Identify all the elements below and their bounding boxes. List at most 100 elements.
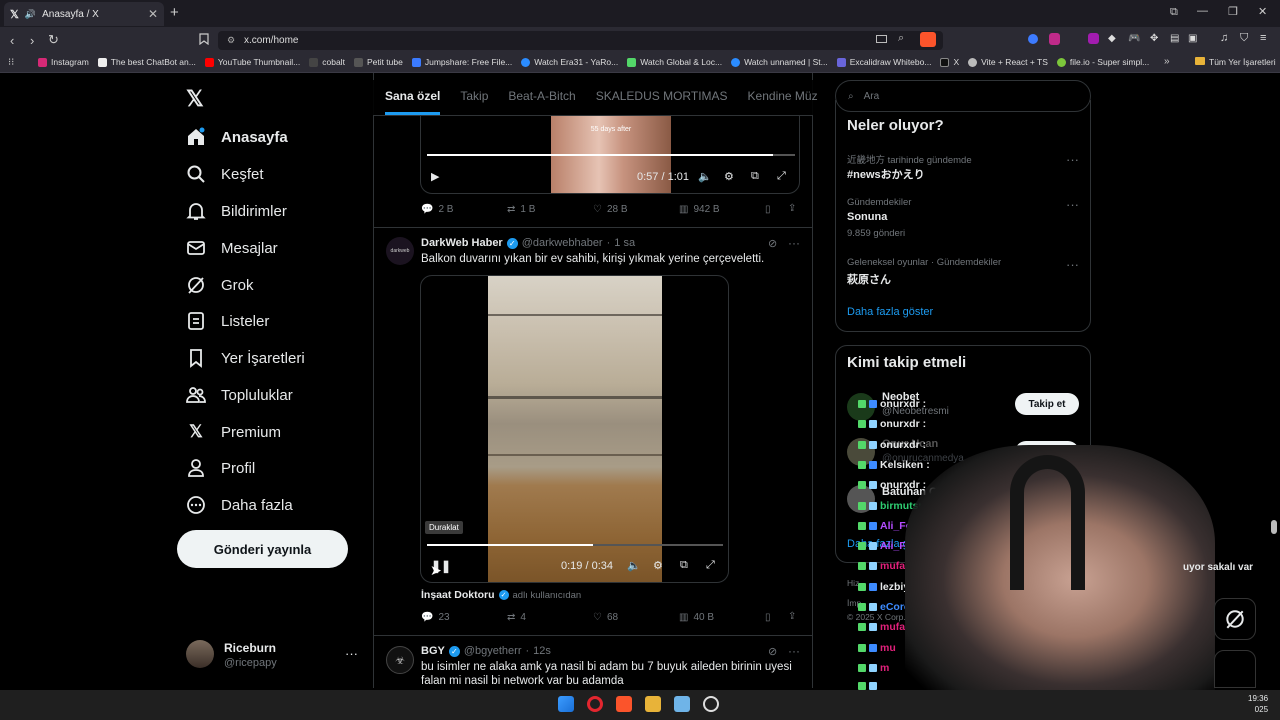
fullscreen-icon[interactable]: ⤢ bbox=[706, 559, 715, 572]
bookmark-button[interactable]: ▯ bbox=[765, 204, 771, 215]
bookmark-item[interactable]: X bbox=[940, 57, 959, 67]
reload-icon[interactable]: ↻ bbox=[48, 32, 59, 48]
views-button[interactable]: ▥ 942 B bbox=[679, 204, 720, 215]
extension-shield-icon[interactable] bbox=[1049, 33, 1060, 45]
sidebar-item-home[interactable]: Anasayfa bbox=[186, 127, 288, 147]
x-home-logo[interactable]: 𝕏 bbox=[186, 86, 204, 112]
extension-translate-icon[interactable] bbox=[1028, 34, 1038, 44]
video-progress[interactable] bbox=[427, 154, 795, 156]
extensions-icon[interactable]: ⧉ bbox=[1170, 6, 1178, 19]
play-icon[interactable]: ▶ bbox=[431, 170, 439, 183]
sidebar-item-more[interactable]: Daha fazla bbox=[186, 495, 293, 515]
sidebar-item-explore[interactable]: Keşfet bbox=[186, 164, 264, 184]
new-tab-button[interactable]: + bbox=[170, 4, 179, 21]
sidebar-item-grok[interactable]: Grok bbox=[186, 275, 254, 295]
author-name[interactable]: BGY bbox=[421, 645, 445, 657]
bookmark-item[interactable]: Instagram bbox=[38, 57, 89, 67]
brave-shield-icon[interactable] bbox=[920, 32, 936, 47]
pip-icon[interactable]: ⧉ bbox=[680, 559, 688, 572]
bookmark-button[interactable]: ▯ bbox=[765, 612, 771, 623]
views-button[interactable]: ▥ 40 B bbox=[679, 612, 714, 623]
minimize-icon[interactable]: — bbox=[1197, 5, 1208, 17]
bookmark-item[interactable]: YouTube Thumbnail... bbox=[204, 57, 300, 67]
bookmark-item[interactable]: Watch unnamed | St... bbox=[731, 57, 828, 67]
trend-name[interactable]: #newsおかえり bbox=[847, 166, 925, 182]
vpn-icon[interactable]: ⛉ bbox=[1240, 32, 1248, 45]
screenshot-icon[interactable] bbox=[876, 34, 887, 44]
share-icon[interactable]: ⇪ bbox=[788, 611, 796, 622]
tab-list[interactable]: SKALEDUS MORTIMAS bbox=[596, 80, 728, 115]
post-time[interactable]: 12s bbox=[533, 645, 551, 657]
reply-button[interactable]: 💬 23 bbox=[421, 612, 450, 623]
author-name[interactable]: DarkWeb Haber bbox=[421, 237, 503, 249]
bookmark-item[interactable]: Excalidraw Whitebo... bbox=[836, 57, 931, 67]
reply-button[interactable]: 💬 2 B bbox=[421, 204, 453, 215]
video-player[interactable]: Duraklat ❚❚ 0:19 / 0:34 🔈 ⚙ ⧉ ⤢ bbox=[420, 275, 729, 583]
close-tab-icon[interactable]: ✕ bbox=[148, 7, 158, 21]
bookmark-item[interactable]: Vite + React + TS bbox=[968, 57, 1048, 67]
forward-icon[interactable]: › bbox=[30, 33, 34, 48]
site-info-icon[interactable]: ⚙ bbox=[227, 35, 235, 46]
grok-post-icon[interactable]: ⊘ bbox=[768, 645, 777, 658]
repost-button[interactable]: ⇄ 4 bbox=[507, 612, 526, 623]
tab-list[interactable]: Kendine Müz bbox=[748, 80, 818, 115]
trend-menu-icon[interactable]: ··· bbox=[1066, 152, 1079, 167]
maximize-icon[interactable]: ❐ bbox=[1228, 5, 1238, 18]
bookmark-item[interactable]: Petit tube bbox=[353, 57, 403, 67]
messages-floating-button[interactable] bbox=[1214, 650, 1256, 688]
like-button[interactable]: ♡ 68 bbox=[593, 612, 618, 623]
volume-icon[interactable]: 🔈 bbox=[698, 170, 712, 183]
grok-post-icon[interactable]: ⊘ bbox=[768, 237, 777, 250]
bookmark-item[interactable]: file.io - Super simpl... bbox=[1056, 57, 1149, 67]
obs-icon[interactable] bbox=[703, 696, 719, 712]
share-icon[interactable]: ⇪ bbox=[788, 203, 796, 214]
file-explorer-icon[interactable] bbox=[645, 696, 661, 712]
extension-diamond-icon[interactable]: ◆ bbox=[1108, 33, 1116, 44]
bookmark-item[interactable]: cobalt bbox=[309, 57, 345, 67]
browser-tab[interactable]: 𝕏 🔊 Anasayfa / X ✕ bbox=[4, 2, 164, 26]
url-field[interactable]: ⚙ x.com/home bbox=[218, 31, 943, 50]
trend-menu-icon[interactable]: ··· bbox=[1066, 257, 1079, 272]
repost-button[interactable]: ⇄ 1 B bbox=[507, 204, 535, 215]
fullscreen-icon[interactable]: ⤢ bbox=[777, 170, 786, 183]
trend-name[interactable]: Sonuna bbox=[847, 211, 887, 223]
trend-name[interactable]: 萩原さん bbox=[847, 271, 891, 287]
avatar[interactable]: ☣ bbox=[386, 646, 414, 674]
tab-following[interactable]: Takip bbox=[460, 80, 488, 115]
grok-floating-button[interactable] bbox=[1214, 598, 1256, 640]
wallet-icon[interactable]: ▣ bbox=[1188, 33, 1197, 44]
author-handle[interactable]: @bgyetherr bbox=[464, 645, 522, 657]
clock[interactable]: 19:36 025 bbox=[1248, 693, 1268, 715]
sidebar-item-premium[interactable]: 𝕏 Premium bbox=[186, 422, 281, 442]
sidebar-item-profile[interactable]: Profil bbox=[186, 458, 255, 478]
author-handle[interactable]: @darkwebhaber bbox=[522, 237, 603, 249]
opera-icon[interactable] bbox=[587, 696, 603, 712]
sidebar-toggle-icon[interactable]: ▤ bbox=[1170, 33, 1179, 44]
close-window-icon[interactable]: ✕ bbox=[1258, 5, 1267, 18]
post-menu-icon[interactable]: ··· bbox=[788, 644, 800, 658]
music-icon[interactable]: ♫ bbox=[1220, 32, 1228, 44]
windows-start-icon[interactable] bbox=[558, 696, 574, 712]
extension-game-icon[interactable]: 🎮 bbox=[1128, 33, 1140, 44]
apps-grid-icon[interactable]: ⁝⁝ bbox=[8, 57, 14, 68]
extension-puzzle-icon[interactable]: ✥ bbox=[1150, 33, 1158, 44]
video-progress[interactable] bbox=[427, 544, 723, 546]
speaker-icon[interactable]: 🔊 bbox=[25, 9, 36, 20]
sidebar-item-bookmarks[interactable]: Yer İşaretleri bbox=[186, 348, 305, 368]
trend-menu-icon[interactable]: ··· bbox=[1066, 197, 1079, 212]
avatar[interactable]: darkweb bbox=[386, 237, 414, 265]
tab-for-you[interactable]: Sana özel bbox=[385, 80, 441, 115]
app-icon[interactable] bbox=[674, 696, 690, 712]
post-time[interactable]: 1 sa bbox=[614, 237, 635, 249]
extension-icon[interactable] bbox=[1088, 33, 1099, 44]
sidebar-item-notifications[interactable]: Bildirimler bbox=[186, 201, 287, 221]
scrollbar-thumb[interactable] bbox=[1271, 520, 1277, 534]
sidebar-item-messages[interactable]: Mesajlar bbox=[186, 238, 278, 258]
back-icon[interactable]: ‹ bbox=[10, 33, 14, 48]
volume-icon[interactable]: 🔈 bbox=[627, 559, 641, 572]
sidebar-item-lists[interactable]: Listeler bbox=[186, 311, 269, 331]
more-bookmarks-icon[interactable]: » bbox=[1164, 56, 1170, 67]
post-button[interactable]: Gönderi yayınla bbox=[177, 530, 348, 568]
menu-icon[interactable]: ≡ bbox=[1260, 32, 1266, 44]
bookmark-item[interactable]: Jumpshare: Free File... bbox=[411, 57, 512, 67]
